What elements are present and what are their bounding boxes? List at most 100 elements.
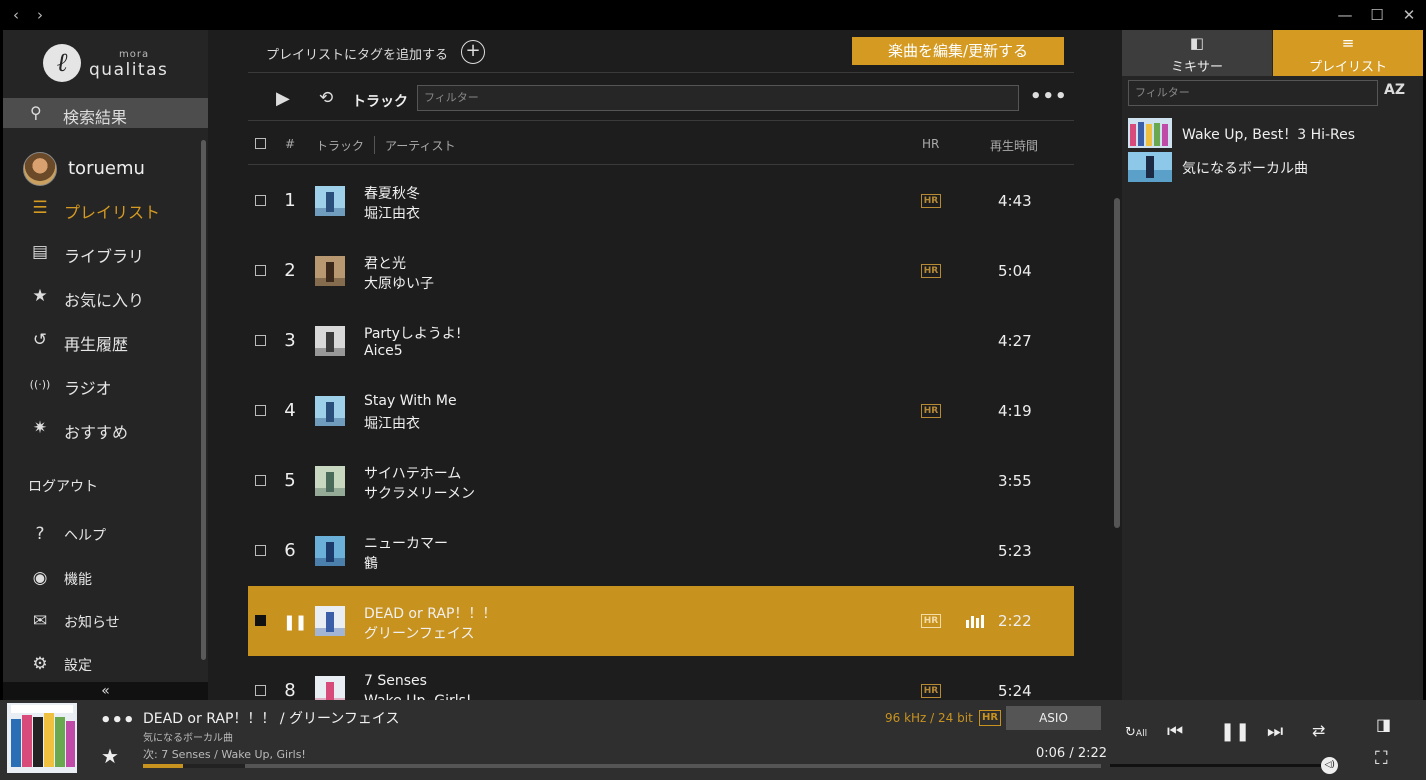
track-checkbox[interactable] [255, 545, 266, 556]
back-icon[interactable]: ‹ [6, 0, 26, 30]
track-checkbox[interactable] [255, 615, 266, 626]
maximize-icon[interactable]: ☐ [1362, 0, 1392, 30]
hi-res-badge: HR [921, 404, 941, 418]
track-options-icon[interactable]: ••• [100, 710, 135, 731]
sidebar-item-mail[interactable]: ✉ お知らせ [3, 607, 208, 637]
playlist-label: Wake Up, Best！3 Hi-Res [1182, 127, 1356, 143]
sidebar-item-label: 設定 [64, 658, 92, 674]
track-checkbox[interactable] [255, 265, 266, 276]
recommend-icon: ✷ [32, 418, 48, 438]
column-header-track[interactable]: トラック [316, 137, 364, 154]
add-tag-label[interactable]: プレイリストにタグを追加する [266, 44, 448, 63]
more-options-icon[interactable]: ••• [1030, 86, 1068, 107]
sidebar-item-gear[interactable]: ⚙ 設定 [3, 650, 208, 680]
sidebar-item-label: ラジオ [64, 379, 112, 398]
track-title: 春夏秋冬 [364, 186, 420, 202]
track-checkbox[interactable] [255, 475, 266, 486]
output-device-button[interactable]: ASIO [1006, 706, 1101, 730]
sidebar-item-search-results[interactable]: ⚲ 検索結果 [3, 98, 208, 128]
track-checkbox[interactable] [255, 335, 266, 346]
shuffle-icon[interactable]: ⇄ [1312, 721, 1325, 740]
volume-slider[interactable] [1110, 764, 1336, 767]
track-number: 6 [284, 540, 296, 561]
side-panel-toggle-icon[interactable]: ◨ [1376, 715, 1391, 734]
sort-az-icon[interactable]: AZ [1384, 82, 1405, 98]
forward-icon[interactable]: › [30, 0, 50, 30]
track-filter-input[interactable]: フィルター [417, 85, 1019, 111]
seek-bar[interactable] [143, 764, 1101, 768]
select-all-checkbox[interactable] [255, 138, 266, 149]
track-row[interactable]: 8 7 Senses Wake Up, Girls! HR 5:24 [248, 656, 1074, 700]
column-header-duration[interactable]: 再生時間 [990, 137, 1038, 154]
edit-update-button[interactable]: 楽曲を編集/更新する [852, 37, 1064, 65]
tab-mixer[interactable]: ◧ ミキサー [1122, 30, 1272, 76]
sidebar-item-star[interactable]: ★ お気に入り [3, 282, 208, 312]
fullscreen-icon[interactable]: ⛶ [1375, 748, 1388, 769]
collapse-sidebar-button[interactable]: « [3, 682, 208, 700]
sidebar-item-new[interactable]: ◉ 機能 [3, 564, 208, 594]
now-playing-playlist: 気になるボーカル曲 [143, 733, 233, 744]
radio-icon: ((·)) [29, 378, 51, 391]
sidebar-scrollbar[interactable] [201, 140, 206, 660]
track-row[interactable]: 4 Stay With Me 堀江由衣 HR 4:19 [248, 376, 1074, 446]
logo-qualitas-text: qualitas [89, 60, 169, 80]
volume-knob-icon[interactable]: ◁) [1321, 757, 1339, 774]
playlist-item[interactable]: 気になるボーカル曲 [1128, 152, 1418, 182]
next-track-icon[interactable]: ⏭ [1267, 721, 1283, 742]
sidebar-item-playlist[interactable]: ☰ プレイリスト [3, 194, 208, 224]
previous-track-icon[interactable]: ⏮ [1167, 721, 1183, 742]
track-list-scrollbar[interactable] [1114, 198, 1120, 528]
playlist-filter-input[interactable]: フィルター [1128, 80, 1378, 106]
close-icon[interactable]: ✕ [1394, 0, 1424, 30]
track-title: 7 Senses [364, 673, 427, 689]
mora-qualitas-logo[interactable]: ℓ mora qualitas [43, 44, 183, 88]
track-row[interactable]: 3 Partyしようよ! Aice5 4:27 [248, 306, 1074, 376]
minimize-icon[interactable]: — [1330, 0, 1360, 30]
track-artwork [315, 466, 345, 496]
track-row[interactable]: 5 サイハテホーム サクラメリーメン 3:55 [248, 446, 1074, 516]
track-row[interactable]: ❚❚ DEAD or RAP！！！ グリーンフェイス HR 2:22 [248, 586, 1074, 656]
seek-progress [143, 764, 184, 768]
column-divider[interactable] [374, 136, 375, 154]
track-checkbox[interactable] [255, 685, 266, 696]
track-number: 8 [284, 680, 296, 700]
playback-time: 0:06 / 2:22 [1036, 746, 1108, 761]
sidebar-item-radio[interactable]: ((·)) ラジオ [3, 370, 208, 400]
track-view-label[interactable]: トラック [352, 91, 408, 111]
track-number: 2 [284, 260, 296, 281]
pause-icon[interactable]: ❚❚ [283, 613, 307, 631]
repeat-all-label: All [1135, 729, 1148, 739]
track-checkbox[interactable] [255, 195, 266, 206]
sidebar-item-recommend[interactable]: ✷ おすすめ [3, 414, 208, 444]
repeat-icon[interactable]: ⟲ [319, 88, 333, 108]
logout-link[interactable]: ログアウト [28, 476, 98, 496]
pause-icon[interactable]: ❚❚ [1220, 721, 1250, 742]
track-artist: 大原ゆい子 [364, 276, 434, 292]
track-title: Partyしようよ! [364, 326, 462, 342]
track-duration: 5:04 [998, 262, 1032, 280]
repeat-all-icon[interactable]: ↻All [1125, 725, 1147, 740]
track-artist: 堀江由衣 [364, 416, 420, 432]
track-artist: Wake Up, Girls! [364, 693, 472, 700]
sidebar-item-history[interactable]: ↺ 再生履歴 [3, 326, 208, 356]
add-tag-plus-icon[interactable]: + [461, 40, 485, 64]
favorite-star-icon[interactable]: ★ [101, 744, 119, 768]
track-checkbox[interactable] [255, 405, 266, 416]
play-all-icon[interactable]: ▶ [276, 88, 290, 109]
sidebar-item-label: ライブラリ [64, 247, 145, 266]
column-header-hr[interactable]: HR [922, 137, 939, 151]
column-header-artist[interactable]: アーティスト [385, 137, 456, 154]
track-row[interactable]: 2 君と光 大原ゆい子 HR 5:04 [248, 236, 1074, 306]
track-row[interactable]: 1 春夏秋冬 堀江由衣 HR 4:43 [248, 166, 1074, 236]
track-duration: 4:27 [998, 332, 1032, 350]
tab-playlist[interactable]: ≡ プレイリスト [1273, 30, 1423, 76]
sidebar-item-library[interactable]: ▤ ライブラリ [3, 238, 208, 268]
sidebar-item-label: お知らせ [64, 615, 120, 631]
track-artist: サクラメリーメン [364, 486, 476, 502]
track-row[interactable]: 6 ニューカマー鶴 5:23 [248, 516, 1074, 586]
playlist-item[interactable]: Wake Up, Best！3 Hi-Res [1128, 118, 1418, 148]
track-title: DEAD or RAP！！！ [364, 606, 497, 622]
sidebar-item-help[interactable]: ? ヘルプ [3, 520, 208, 550]
column-header-number[interactable]: # [285, 137, 295, 151]
now-playing-cover[interactable] [7, 703, 77, 773]
